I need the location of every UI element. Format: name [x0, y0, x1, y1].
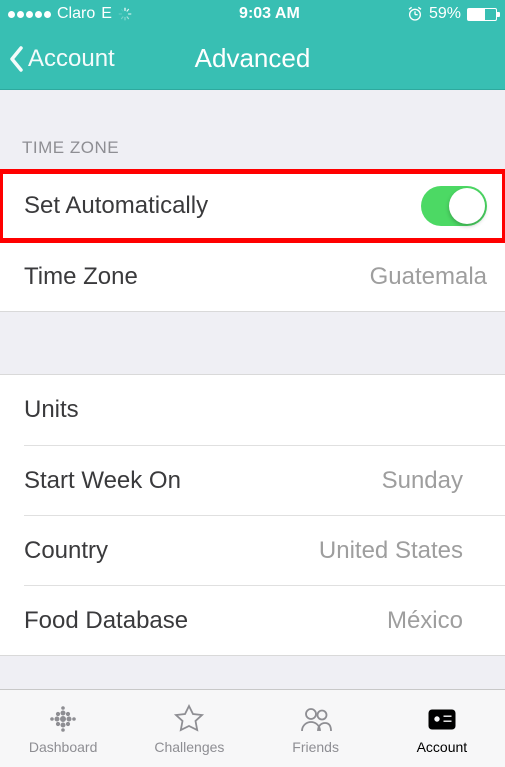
status-left: Claro E [8, 5, 132, 23]
status-right: 59% [407, 5, 497, 23]
row-units[interactable]: Units [0, 375, 505, 445]
dashboard-icon [45, 703, 81, 735]
toggle-knob [449, 188, 485, 224]
battery-fill [468, 9, 485, 20]
start-week-value: Sunday [382, 467, 463, 495]
row-food-database[interactable]: Food Database México [24, 585, 505, 655]
challenges-icon [171, 703, 207, 735]
chevron-right-icon [473, 540, 487, 562]
content-area: TIME ZONE Set Automatically Time Zone Gu… [0, 90, 505, 689]
tab-dashboard[interactable]: Dashboard [0, 690, 126, 767]
country-label: Country [24, 537, 108, 565]
food-database-label: Food Database [24, 607, 188, 635]
row-start-week[interactable]: Start Week On Sunday [24, 445, 505, 515]
battery-percent: 59% [429, 5, 461, 23]
units-label: Units [24, 396, 79, 424]
set-automatically-toggle[interactable] [421, 186, 487, 226]
time-zone-label: Time Zone [24, 263, 138, 291]
tab-account-label: Account [417, 739, 468, 755]
account-icon [424, 703, 460, 735]
back-button[interactable]: Account [0, 45, 115, 73]
time-zone-value: Guatemala [370, 263, 487, 291]
set-automatically-label: Set Automatically [24, 192, 208, 220]
tab-dashboard-label: Dashboard [29, 739, 98, 755]
status-time: 9:03 AM [239, 5, 300, 23]
battery-icon [467, 8, 497, 21]
section-spacer [0, 312, 505, 374]
row-set-automatically[interactable]: Set Automatically [0, 171, 505, 241]
tab-friends-label: Friends [292, 739, 339, 755]
chevron-right-icon [473, 399, 487, 421]
row-time-zone[interactable]: Time Zone Guatemala [24, 241, 505, 311]
nav-bar: Account Advanced [0, 28, 505, 90]
network-type-label: E [101, 5, 112, 23]
back-label: Account [28, 45, 115, 73]
tab-challenges-label: Challenges [154, 739, 224, 755]
tab-friends[interactable]: Friends [253, 690, 379, 767]
food-database-value: México [387, 607, 463, 635]
tab-bar: Dashboard Challenges Friends [0, 689, 505, 767]
tab-challenges[interactable]: Challenges [126, 690, 252, 767]
signal-strength-icon [8, 11, 51, 18]
start-week-label: Start Week On [24, 467, 181, 495]
loading-spinner-icon [118, 7, 132, 21]
row-country[interactable]: Country United States [24, 515, 505, 585]
tab-account[interactable]: Account [379, 690, 505, 767]
friends-icon [298, 703, 334, 735]
chevron-right-icon [473, 470, 487, 492]
chevron-right-icon [473, 610, 487, 632]
alarm-icon [407, 6, 423, 22]
section-header-timezone: TIME ZONE [0, 90, 505, 170]
status-bar: Claro E 9:03 AM 59% [0, 0, 505, 28]
chevron-left-icon [8, 45, 26, 73]
carrier-label: Claro [57, 5, 95, 23]
group-general: Units Start Week On Sunday Country Unite… [0, 374, 505, 656]
group-timezone: Set Automatically Time Zone Guatemala [0, 170, 505, 312]
country-value: United States [319, 537, 463, 565]
